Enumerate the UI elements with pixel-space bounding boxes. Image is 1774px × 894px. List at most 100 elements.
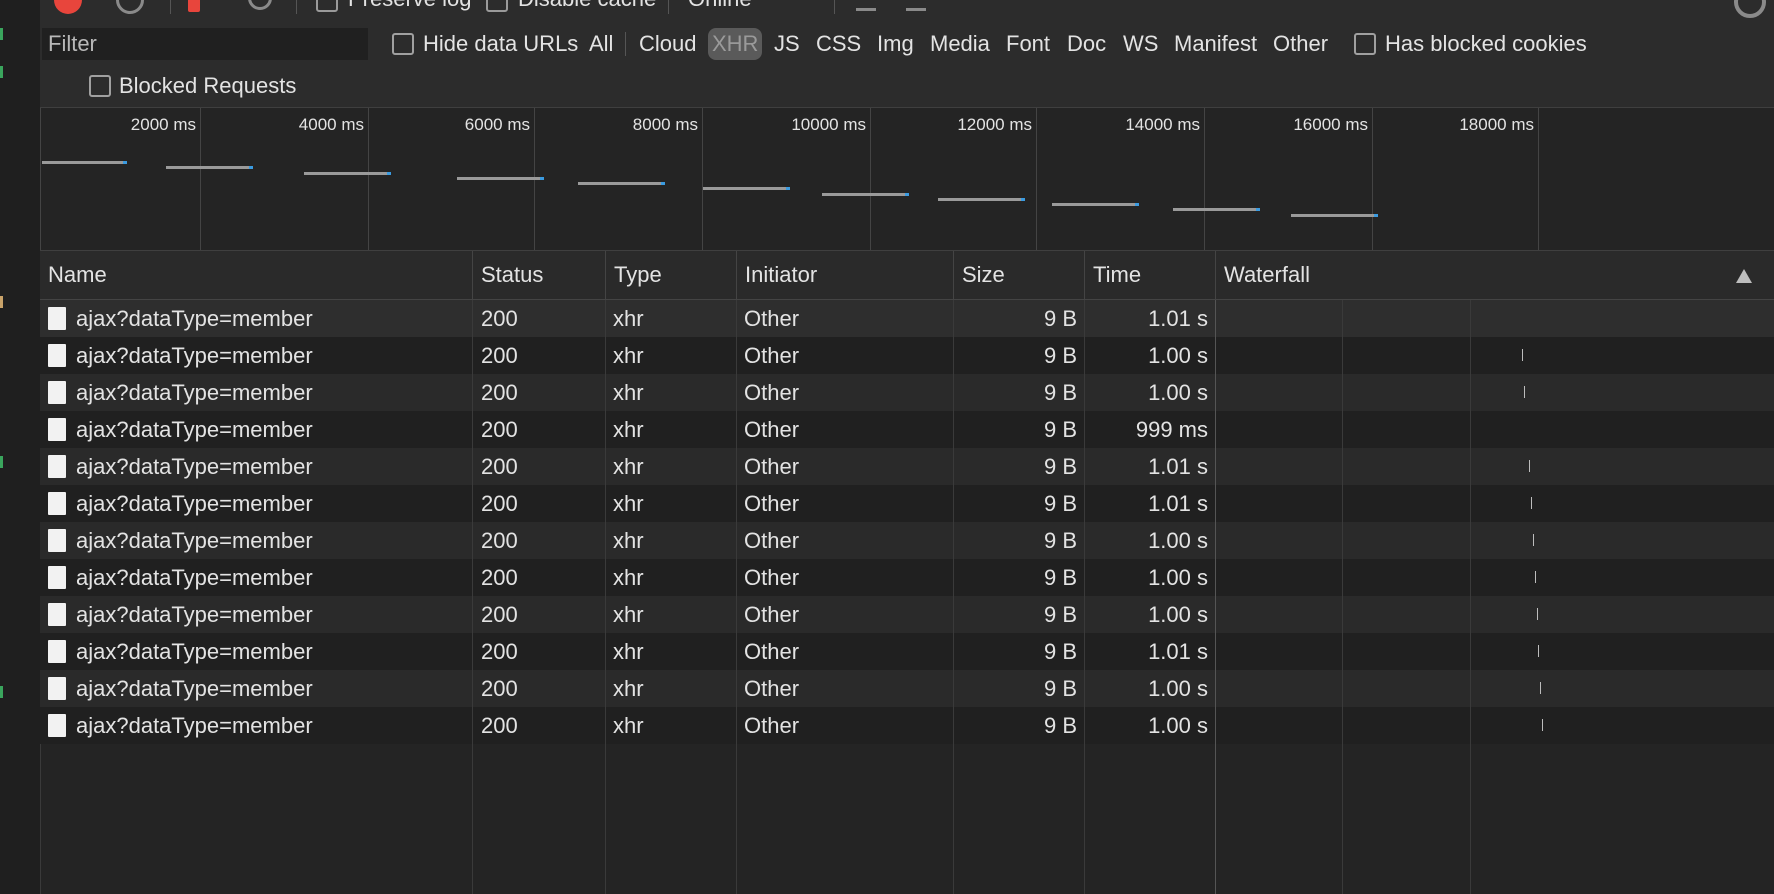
column-header-type[interactable]: Type	[606, 251, 737, 299]
search-icon[interactable]	[248, 0, 272, 10]
overview-tick-label: 14000 ms	[1125, 115, 1200, 134]
column-header-status[interactable]: Status	[473, 251, 606, 299]
filter-type-doc[interactable]: Doc	[1063, 28, 1110, 60]
document-icon	[48, 344, 66, 367]
timeline-overview[interactable]: 2000 ms 4000 ms 6000 ms 8000 ms 10000 ms…	[40, 108, 1774, 251]
network-toolbar: Preserve log Disable cache Online ▾	[40, 0, 1774, 23]
cell-type: xhr	[613, 417, 644, 442]
filter-type-manifest[interactable]: Manifest	[1170, 28, 1261, 60]
hide-data-urls-checkbox[interactable]	[392, 33, 414, 55]
table-row[interactable]: ajax?dataType=member 200 xhr Other 9 B 1.01 s	[40, 448, 1774, 485]
filter-type-media[interactable]: Media	[926, 28, 994, 60]
filter-bar: Hide data URLs All Cloud XHR JS CSS Img …	[40, 22, 1774, 108]
cell-name: ajax?dataType=member	[76, 528, 313, 553]
table-row[interactable]: ajax?dataType=member 200 xhr Other 9 B 1.00 s	[40, 522, 1774, 559]
overview-tick-label: 2000 ms	[130, 115, 196, 134]
table-row[interactable]: ajax?dataType=member 200 xhr Other 9 B 1.00 s	[40, 670, 1774, 707]
table-row[interactable]: ajax?dataType=member 200 xhr Other 9 B 1.00 s	[40, 374, 1774, 411]
filter-type-js[interactable]: JS	[770, 28, 804, 60]
clear-icon[interactable]	[116, 0, 144, 14]
cell-time: 1.00 s	[1148, 713, 1208, 738]
has-blocked-cookies-label: Has blocked cookies	[1385, 31, 1587, 56]
overview-request-bar	[457, 177, 544, 180]
gutter-marker	[0, 28, 3, 40]
overview-grid-line	[870, 108, 871, 250]
filter-icon[interactable]	[188, 0, 200, 12]
export-icon[interactable]	[906, 0, 926, 11]
filter-type-css[interactable]: CSS	[812, 28, 865, 60]
column-header-size[interactable]: Size	[954, 251, 1085, 299]
sort-ascending-icon	[1736, 269, 1752, 283]
cell-size: 9 B	[1043, 565, 1077, 590]
cell-name: ajax?dataType=member	[76, 380, 313, 405]
overview-request-bar	[703, 187, 790, 190]
overview-request-bar	[1173, 208, 1260, 211]
filter-type-xhr[interactable]: XHR	[708, 28, 763, 60]
filter-type-all[interactable]: All	[585, 28, 617, 60]
table-row[interactable]: ajax?dataType=member 200 xhr Other 9 B 1.01 s	[40, 485, 1774, 522]
cell-type: xhr	[613, 306, 644, 331]
filter-type-other[interactable]: Other	[1269, 28, 1332, 60]
settings-icon[interactable]	[1734, 0, 1766, 18]
cell-name: ajax?dataType=member	[76, 565, 313, 590]
cell-name: ajax?dataType=member	[76, 306, 313, 331]
waterfall-bar	[1533, 534, 1534, 546]
filter-type-cloud[interactable]: Cloud	[635, 28, 700, 60]
has-blocked-cookies-checkbox[interactable]	[1354, 33, 1376, 55]
cell-type: xhr	[613, 639, 644, 664]
filter-type-ws[interactable]: WS	[1119, 28, 1162, 60]
table-row[interactable]: ajax?dataType=member 200 xhr Other 9 B 1.00 s	[40, 707, 1774, 744]
blocked-requests-checkbox[interactable]	[89, 75, 111, 97]
cell-initiator: Other	[744, 528, 800, 553]
hide-data-urls-label: Hide data URLs	[423, 31, 579, 56]
column-header-waterfall[interactable]: Waterfall	[1216, 251, 1542, 299]
table-row[interactable]: ajax?dataType=member 200 xhr Other 9 B 1.00 s	[40, 559, 1774, 596]
document-icon	[48, 529, 66, 552]
column-divider	[605, 300, 606, 894]
cell-name: ajax?dataType=member	[76, 491, 313, 516]
table-row[interactable]: ajax?dataType=member 200 xhr Other 9 B 999 ms	[40, 411, 1774, 448]
overview-request-bar	[42, 161, 127, 164]
column-header-name[interactable]: Name	[40, 251, 473, 299]
cell-initiator: Other	[744, 306, 800, 331]
cell-time: 1.00 s	[1148, 676, 1208, 701]
waterfall-bar	[1535, 571, 1536, 583]
waterfall-bar	[1529, 460, 1530, 472]
cell-initiator: Other	[744, 713, 800, 738]
table-row[interactable]: ajax?dataType=member 200 xhr Other 9 B 1.01 s	[40, 633, 1774, 670]
column-header-initiator[interactable]: Initiator	[737, 251, 954, 299]
cell-type: xhr	[613, 454, 644, 479]
cell-type: xhr	[613, 676, 644, 701]
waterfall-grid-line	[1470, 300, 1471, 894]
cell-size: 9 B	[1043, 343, 1077, 368]
document-icon	[48, 381, 66, 404]
document-icon	[48, 455, 66, 478]
table-row[interactable]: ajax?dataType=member 200 xhr Other 9 B 1.00 s	[40, 337, 1774, 374]
left-gutter	[0, 0, 41, 894]
cell-status: 200	[481, 343, 518, 368]
table-row[interactable]: ajax?dataType=member 200 xhr Other 9 B 1.01 s	[40, 300, 1774, 337]
overview-grid-line	[1538, 108, 1539, 250]
document-icon	[48, 677, 66, 700]
overview-tick-label: 10000 ms	[791, 115, 866, 134]
toolbar-divider	[170, 0, 171, 14]
disable-cache-checkbox[interactable]	[486, 0, 508, 12]
cell-type: xhr	[613, 713, 644, 738]
cell-initiator: Other	[744, 602, 800, 627]
import-icon[interactable]	[856, 0, 876, 11]
column-header-time[interactable]: Time	[1085, 251, 1216, 299]
throttling-select[interactable]: Online	[688, 0, 752, 12]
cell-size: 9 B	[1043, 676, 1077, 701]
filter-type-font[interactable]: Font	[1002, 28, 1054, 60]
document-icon	[48, 566, 66, 589]
preserve-log-checkbox[interactable]	[316, 0, 338, 12]
cell-status: 200	[481, 380, 518, 405]
request-table-body: ajax?dataType=member 200 xhr Other 9 B 1.01 s…	[40, 300, 1774, 894]
table-row[interactable]: ajax?dataType=member 200 xhr Other 9 B 1.00 s	[40, 596, 1774, 633]
cell-status: 200	[481, 417, 518, 442]
record-icon[interactable]	[54, 0, 82, 14]
overview-request-bar	[822, 193, 909, 196]
filter-type-img[interactable]: Img	[873, 28, 918, 60]
cell-status: 200	[481, 639, 518, 664]
filter-input[interactable]	[42, 28, 368, 60]
